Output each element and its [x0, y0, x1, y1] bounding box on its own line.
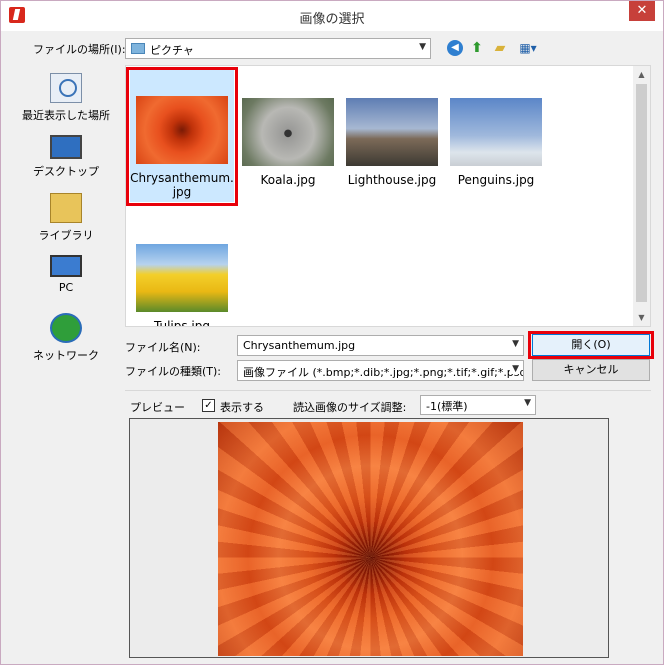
- chevron-down-icon: ▼: [510, 364, 519, 374]
- desktop-icon: [50, 135, 82, 159]
- cancel-button[interactable]: キャンセル: [532, 359, 650, 381]
- file-item-chrysanthemum[interactable]: Chrysanthemum. jpg: [130, 70, 234, 202]
- file-name: Lighthouse.jpg: [347, 173, 437, 187]
- file-name: Penguins.jpg: [457, 173, 535, 187]
- file-name: Tulips.jpg: [153, 319, 211, 327]
- title-bar: 画像の選択 ✕: [1, 1, 663, 31]
- place-recent[interactable]: 最近表示した場所: [11, 73, 121, 123]
- look-in-value: ピクチャ: [150, 44, 194, 57]
- place-label: デスクトップ: [33, 165, 99, 178]
- network-icon: [50, 313, 82, 343]
- thumbnail: [450, 98, 542, 166]
- image-select-dialog: 画像の選択 ✕ ファイルの場所(I): ピクチャ ▼ ◀ ⬆ ▰ ▦▾ 最近表示…: [0, 0, 664, 665]
- place-desktop[interactable]: デスクトップ: [11, 135, 121, 179]
- library-icon: [50, 193, 82, 223]
- thumbnail: [242, 98, 334, 166]
- place-pc[interactable]: PC: [11, 255, 121, 294]
- place-label: ライブラリ: [38, 229, 94, 242]
- place-library[interactable]: ライブラリ: [11, 193, 121, 243]
- place-label: 最近表示した場所: [22, 109, 110, 122]
- place-label: ネットワーク: [33, 349, 99, 362]
- chevron-down-icon: ▼: [419, 42, 426, 52]
- open-button[interactable]: 開く(O): [532, 334, 650, 356]
- view-menu-icon[interactable]: ▦▾: [515, 39, 541, 57]
- scroll-up-icon[interactable]: ▲: [633, 66, 650, 83]
- file-type-dropdown[interactable]: 画像ファイル (*.bmp;*.dib;*.jpg;*.png;*.tif;*.…: [237, 360, 524, 381]
- scroll-down-icon[interactable]: ▼: [633, 309, 650, 326]
- preview-label: プレビュー: [130, 401, 185, 414]
- close-button[interactable]: ✕: [629, 1, 655, 21]
- chevron-down-icon: ▼: [512, 339, 519, 349]
- file-type-label: ファイルの種類(T):: [125, 365, 222, 378]
- places-bar: 最近表示した場所 デスクトップ ライブラリ PC ネットワーク: [11, 65, 121, 655]
- window-title: 画像の選択: [299, 12, 365, 27]
- show-preview-checkbox[interactable]: ✓: [202, 399, 215, 412]
- thumbnail: [346, 98, 438, 166]
- file-name-input[interactable]: Chrysanthemum.jpg ▼: [237, 335, 524, 356]
- look-in-dropdown[interactable]: ピクチャ ▼: [125, 38, 431, 59]
- file-list[interactable]: Chrysanthemum. jpg Koala.jpg Lighthouse.…: [125, 65, 651, 327]
- file-name-label: ファイル名(N):: [125, 341, 201, 354]
- thumbnail: [136, 244, 228, 312]
- preview-pane: [129, 418, 609, 658]
- vertical-scrollbar[interactable]: ▲ ▼: [633, 66, 650, 326]
- place-label: PC: [58, 281, 74, 294]
- thumbnail: [136, 96, 228, 164]
- look-in-label: ファイルの場所(I):: [33, 43, 126, 56]
- place-network[interactable]: ネットワーク: [11, 313, 121, 363]
- file-name-value: Chrysanthemum.jpg: [243, 339, 356, 352]
- size-adjust-label: 読込画像のサイズ調整:: [293, 401, 407, 414]
- file-type-value: 画像ファイル (*.bmp;*.dib;*.jpg;*.png;*.tif;*.…: [243, 366, 524, 379]
- show-preview-label: 表示する: [220, 401, 264, 414]
- chevron-down-icon: ▼: [524, 398, 531, 408]
- size-adjust-value: -1(標準): [426, 400, 468, 413]
- up-folder-icon[interactable]: ⬆: [469, 39, 485, 57]
- file-item-lighthouse[interactable]: Lighthouse.jpg: [340, 70, 444, 202]
- back-icon[interactable]: ◀: [447, 40, 463, 56]
- file-name: Chrysanthemum. jpg: [130, 171, 234, 199]
- scroll-thumb[interactable]: [636, 84, 647, 302]
- pc-icon: [50, 255, 82, 277]
- file-item-koala[interactable]: Koala.jpg: [236, 70, 340, 202]
- file-item-penguins[interactable]: Penguins.jpg: [444, 70, 548, 202]
- recent-places-icon: [50, 73, 82, 103]
- size-adjust-dropdown[interactable]: -1(標準) ▼: [420, 395, 536, 415]
- preview-image: [218, 422, 523, 656]
- file-item-tulips[interactable]: Tulips.jpg: [130, 212, 234, 327]
- file-name: Koala.jpg: [260, 173, 316, 187]
- new-folder-icon[interactable]: ▰: [491, 39, 509, 57]
- divider: [125, 390, 651, 391]
- pictures-folder-icon: [131, 43, 145, 54]
